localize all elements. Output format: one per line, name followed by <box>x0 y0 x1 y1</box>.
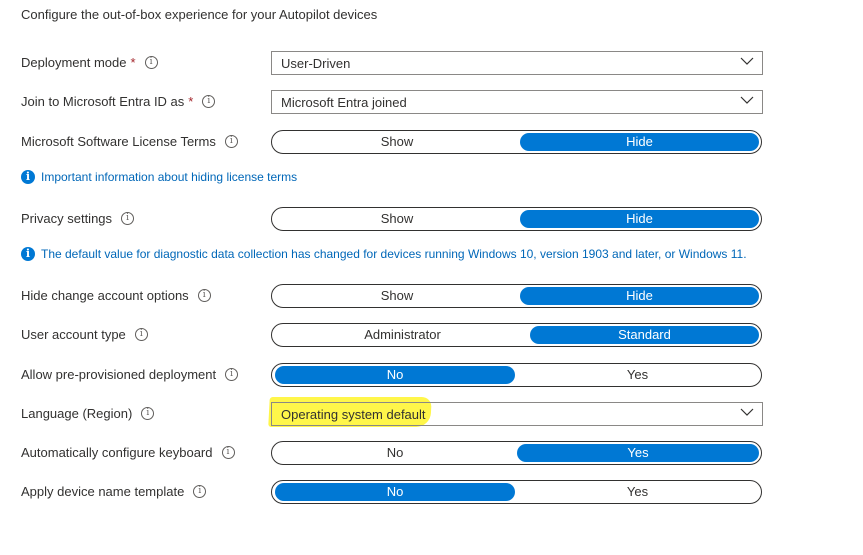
pre-provisioned-no-option[interactable]: No <box>275 366 515 384</box>
license-info-bar: i Important information about hiding lic… <box>21 170 297 184</box>
user-account-type-label: User account type <box>21 327 126 342</box>
device-name-no-option[interactable]: No <box>275 483 515 501</box>
info-icon[interactable]: i <box>221 446 235 459</box>
license-show-option[interactable]: Show <box>275 133 519 151</box>
info-icon[interactable]: i <box>224 135 238 148</box>
administrator-option[interactable]: Administrator <box>275 326 530 344</box>
chevron-down-icon <box>740 57 754 65</box>
pre-provisioned-yes-option[interactable]: Yes <box>516 366 759 384</box>
privacy-hide-option[interactable]: Hide <box>520 210 759 228</box>
device-name-yes-option[interactable]: Yes <box>516 483 759 501</box>
required-asterisk: * <box>130 55 136 70</box>
auto-keyboard-yes-option[interactable]: Yes <box>517 444 759 462</box>
info-icon[interactable]: i <box>144 56 158 69</box>
hide-change-account-label: Hide change account options <box>21 288 189 303</box>
row-deployment-mode: Deployment mode * i User-Driven <box>0 48 863 78</box>
pre-provisioned-toggle: No Yes <box>271 363 762 387</box>
info-icon[interactable]: i <box>134 328 148 341</box>
row-license-terms: Microsoft Software License Terms i Show … <box>0 127 863 157</box>
row-device-name-template: Apply device name template i No Yes <box>0 477 863 507</box>
info-icon[interactable]: i <box>225 368 239 381</box>
auto-keyboard-no-option[interactable]: No <box>275 444 515 462</box>
license-info-link[interactable]: Important information about hiding licen… <box>41 170 297 184</box>
language-label: Language (Region) <box>21 406 133 421</box>
privacy-toggle: Show Hide <box>271 207 762 231</box>
row-language: Language (Region) i Operating system def… <box>0 399 863 429</box>
row-pre-provisioned: Allow pre-provisioned deployment i No Ye… <box>0 360 863 390</box>
join-entra-label: Join to Microsoft Entra ID as <box>21 94 185 109</box>
language-dropdown[interactable]: Operating system default <box>271 402 763 426</box>
device-name-template-toggle: No Yes <box>271 480 762 504</box>
hide-change-hide-option[interactable]: Hide <box>520 287 759 305</box>
row-hide-change-account: Hide change account options i Show Hide <box>0 281 863 311</box>
device-name-template-label: Apply device name template <box>21 484 185 499</box>
deployment-mode-label: Deployment mode <box>21 55 127 70</box>
row-join-entra: Join to Microsoft Entra ID as * i Micros… <box>0 87 863 117</box>
privacy-info-text: The default value for diagnostic data co… <box>41 247 747 261</box>
info-icon[interactable]: i <box>193 485 207 498</box>
license-terms-toggle: Show Hide <box>271 130 762 154</box>
chevron-down-icon <box>740 408 754 416</box>
user-account-type-toggle: Administrator Standard <box>271 323 762 347</box>
row-privacy: Privacy settings i Show Hide <box>0 204 863 234</box>
license-terms-label: Microsoft Software License Terms <box>21 134 216 149</box>
hide-change-show-option[interactable]: Show <box>275 287 519 305</box>
deployment-mode-value: User-Driven <box>281 56 351 71</box>
language-value: Operating system default <box>281 407 426 422</box>
deployment-mode-dropdown[interactable]: User-Driven <box>271 51 763 75</box>
required-asterisk: * <box>188 94 194 109</box>
privacy-info-bar: i The default value for diagnostic data … <box>21 247 747 261</box>
standard-option[interactable]: Standard <box>530 326 759 344</box>
info-filled-icon: i <box>21 170 35 184</box>
license-hide-option[interactable]: Hide <box>520 133 759 151</box>
info-icon[interactable]: i <box>197 289 211 302</box>
join-entra-value: Microsoft Entra joined <box>281 95 407 110</box>
info-icon[interactable]: i <box>121 212 135 225</box>
row-user-account-type: User account type i Administrator Standa… <box>0 320 863 350</box>
page-heading: Configure the out-of-box experience for … <box>21 7 378 22</box>
auto-keyboard-toggle: No Yes <box>271 441 762 465</box>
pre-provisioned-label: Allow pre-provisioned deployment <box>21 367 217 382</box>
info-filled-icon: i <box>21 247 35 261</box>
privacy-label: Privacy settings <box>21 211 113 226</box>
row-auto-keyboard: Automatically configure keyboard i No Ye… <box>0 438 863 468</box>
chevron-down-icon <box>740 96 754 104</box>
join-entra-dropdown[interactable]: Microsoft Entra joined <box>271 90 763 114</box>
info-icon[interactable]: i <box>141 407 155 420</box>
info-icon[interactable]: i <box>202 95 216 108</box>
auto-keyboard-label: Automatically configure keyboard <box>21 445 213 460</box>
hide-change-account-toggle: Show Hide <box>271 284 762 308</box>
privacy-show-option[interactable]: Show <box>275 210 519 228</box>
